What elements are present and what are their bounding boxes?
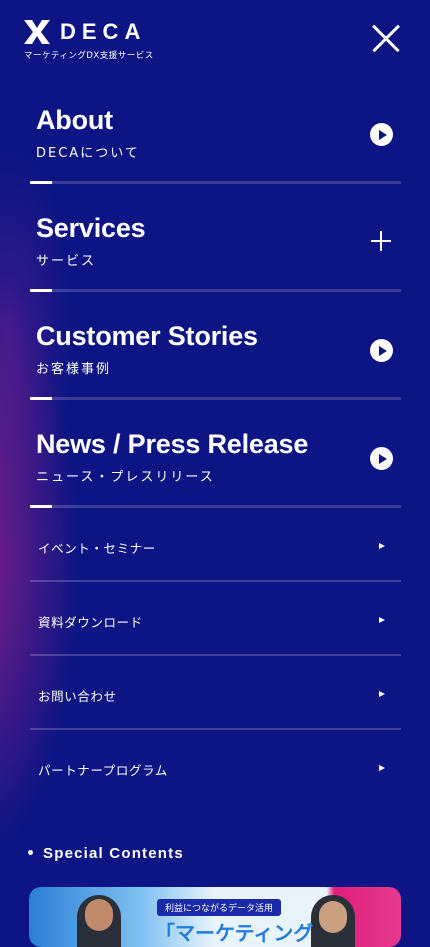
arrow-right-icon xyxy=(379,617,385,623)
sub-item-downloads[interactable]: 資料ダウンロード xyxy=(30,582,401,656)
menu-item-subtitle: お客様事例 xyxy=(36,362,112,377)
banner-tag: 利益につながるデータ活用 xyxy=(157,899,282,916)
logo-x-icon xyxy=(24,20,50,44)
person-left-face xyxy=(85,899,113,931)
menu-item-news[interactable]: News / Press Release ニュース・プレスリリース xyxy=(30,400,401,508)
arrow-right-icon xyxy=(379,691,385,697)
global-menu: About DECAについて Services サービス Customer St… xyxy=(30,76,401,804)
sub-item-events[interactable]: イベント・セミナー xyxy=(30,508,401,582)
arrow-right-icon xyxy=(379,765,385,771)
special-contents-label: Special Contents xyxy=(43,845,184,862)
close-menu-button[interactable] xyxy=(370,22,402,54)
menu-item-title: Services xyxy=(36,213,146,243)
sub-item-partner-program[interactable]: パートナープログラム xyxy=(30,730,401,804)
arrow-right-icon xyxy=(379,543,385,549)
sub-item-label: お問い合わせ xyxy=(38,689,117,704)
person-right-face xyxy=(319,901,347,933)
menu-item-services[interactable]: Services サービス xyxy=(30,184,401,292)
menu-item-subtitle: ニュース・プレスリリース xyxy=(36,470,215,485)
menu-item-subtitle: サービス xyxy=(36,254,97,269)
plus-icon[interactable] xyxy=(371,231,391,251)
special-content-banner[interactable]: 利益につながるデータ活用 「マーケティング xyxy=(29,887,401,947)
menu-item-title: About xyxy=(36,105,113,135)
sub-item-label: パートナープログラム xyxy=(38,763,168,778)
menu-item-title: News / Press Release xyxy=(36,429,309,459)
play-circle-icon xyxy=(370,339,393,362)
menu-item-customer-stories[interactable]: Customer Stories お客様事例 xyxy=(30,292,401,400)
bullet-icon xyxy=(28,849,33,855)
special-contents-heading: Special Contents xyxy=(28,845,184,862)
sub-item-label: 資料ダウンロード xyxy=(38,615,143,630)
menu-item-subtitle: DECAについて xyxy=(36,146,140,161)
play-circle-icon xyxy=(370,123,393,146)
logo-text: DECA xyxy=(60,19,147,44)
menu-item-about[interactable]: About DECAについて xyxy=(30,76,401,184)
header: DECA マーケティングDX支援サービス xyxy=(0,0,430,80)
logo-subtitle: マーケティングDX支援サービス xyxy=(24,51,154,61)
menu-item-title: Customer Stories xyxy=(36,321,258,351)
sub-item-contact[interactable]: お問い合わせ xyxy=(30,656,401,730)
play-circle-icon xyxy=(370,447,393,470)
sub-item-label: イベント・セミナー xyxy=(38,541,156,556)
